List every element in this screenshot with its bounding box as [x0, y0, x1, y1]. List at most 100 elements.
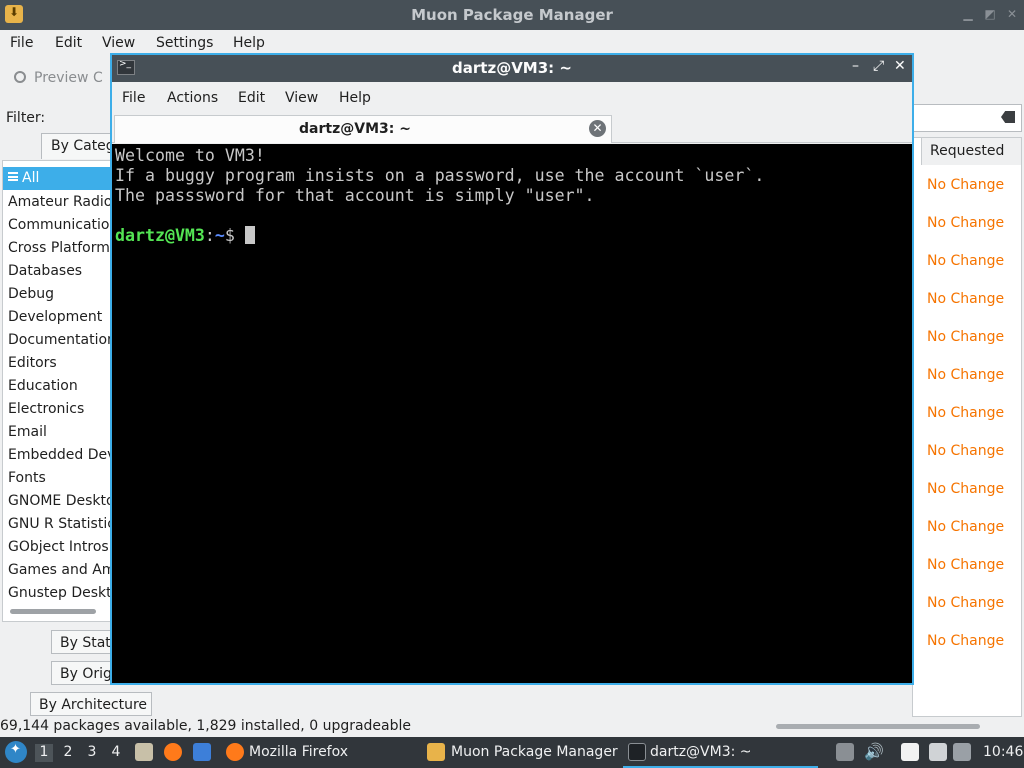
terminal-tab[interactable]: dartz@VM3: ~ ✕: [114, 115, 612, 143]
tab-by-architecture[interactable]: By Architecture: [30, 692, 152, 716]
desktop-icon[interactable]: [193, 743, 211, 761]
requested-cell: No Change: [927, 367, 1005, 383]
restore-icon[interactable]: ◩: [982, 7, 998, 23]
terminal-menu-help[interactable]: Help: [339, 90, 371, 106]
requested-column-header[interactable]: Requested: [921, 138, 1021, 165]
workspace-2[interactable]: 2: [59, 744, 77, 762]
category-item[interactable]: Education: [3, 375, 111, 398]
requested-cell: No Change: [927, 215, 1005, 231]
requested-cell: No Change: [927, 481, 1005, 497]
muon-titlebar[interactable]: Muon Package Manager ▁ ◩ ✕: [0, 0, 1024, 30]
category-item[interactable]: Editors: [3, 352, 111, 375]
category-item[interactable]: GNOME Deskto: [3, 490, 111, 513]
prompt-separator: :: [204, 226, 215, 245]
terminal-titlebar[interactable]: dartz@VM3: ~ – ⤢ ✕: [112, 55, 912, 82]
close-icon[interactable]: ✕: [1004, 7, 1020, 23]
clear-icon[interactable]: [1001, 111, 1015, 123]
requested-cell: No Change: [927, 405, 1005, 421]
terminal-window: dartz@VM3: ~ – ⤢ ✕ File Actions Edit Vie…: [110, 53, 914, 685]
clipboard-icon[interactable]: [901, 743, 919, 761]
volume-icon[interactable]: 🔊: [864, 742, 884, 761]
category-item[interactable]: Amateur Radio: [3, 191, 111, 214]
tab-by-origin[interactable]: By Orig: [51, 661, 113, 685]
category-item[interactable]: GNU R Statistic: [3, 513, 111, 536]
requested-cell: No Change: [927, 329, 1005, 345]
clock[interactable]: 10:46: [983, 744, 1023, 760]
category-item[interactable]: Cross Platform: [3, 237, 111, 260]
terminal-menu-file[interactable]: File: [122, 90, 145, 106]
menu-edit[interactable]: Edit: [55, 35, 82, 51]
requested-cell: No Change: [927, 291, 1005, 307]
task-terminal[interactable]: dartz@VM3: ~: [623, 737, 818, 768]
category-scrollbar[interactable]: [10, 609, 96, 614]
workspace-1[interactable]: 1: [35, 744, 53, 762]
category-item[interactable]: Development: [3, 306, 111, 329]
category-item[interactable]: Fonts: [3, 467, 111, 490]
menu-view[interactable]: View: [102, 35, 135, 51]
updates-icon[interactable]: [836, 743, 854, 761]
category-item[interactable]: GObject Introsp: [3, 536, 111, 559]
minimize-icon[interactable]: ▁: [960, 7, 976, 23]
category-item[interactable]: Debug: [3, 283, 111, 306]
requested-cell: No Change: [927, 557, 1005, 573]
file-manager-icon[interactable]: [135, 743, 153, 761]
terminal-line: If a buggy program insists on a password…: [115, 166, 765, 185]
task-muon[interactable]: Muon Package Manager: [427, 737, 619, 768]
requested-cell: No Change: [927, 443, 1005, 459]
category-item[interactable]: Communication: [3, 214, 111, 237]
tab-by-category[interactable]: By Categ: [41, 133, 121, 159]
terminal-icon: [628, 743, 646, 761]
menu-help[interactable]: Help: [233, 35, 265, 51]
start-menu-icon[interactable]: [5, 741, 27, 763]
tab-close-icon[interactable]: ✕: [589, 120, 606, 137]
preview-label: Preview C: [34, 70, 103, 86]
firefox-icon: [226, 743, 244, 761]
muon-window-title: Muon Package Manager: [411, 6, 613, 24]
status-bar-text: 69,144 packages available, 1,829 install…: [0, 718, 412, 734]
menu-settings[interactable]: Settings: [156, 35, 213, 51]
terminal-tab-label: dartz@VM3: ~: [299, 121, 411, 137]
terminal-output[interactable]: Welcome to VM3! If a buggy program insis…: [112, 144, 912, 683]
filter-label: Filter:: [6, 110, 46, 126]
task-firefox[interactable]: Mozilla Firefox: [226, 737, 416, 768]
requested-cell: No Change: [927, 633, 1005, 649]
prompt-user: dartz@VM3: [115, 226, 205, 245]
table-horizontal-scrollbar[interactable]: [776, 724, 980, 729]
prompt-path: ~: [214, 226, 225, 245]
category-item[interactable]: Email: [3, 421, 111, 444]
terminal-menu-view[interactable]: View: [285, 90, 318, 106]
workspace-3[interactable]: 3: [83, 744, 101, 762]
workspace-4[interactable]: 4: [107, 744, 125, 762]
category-list[interactable]: All Amateur Radio Communication Cross Pl…: [2, 160, 112, 622]
prompt-symbol: $: [224, 226, 245, 245]
category-item[interactable]: Electronics: [3, 398, 111, 421]
terminal-tab-bar: dartz@VM3: ~ ✕: [112, 113, 912, 143]
requested-cell: No Change: [927, 595, 1005, 611]
minimize-icon[interactable]: –: [852, 58, 859, 74]
text-cursor: [244, 226, 255, 244]
display-icon[interactable]: [929, 743, 947, 761]
network-icon[interactable]: [953, 743, 971, 761]
category-item[interactable]: Gnustep Deskto: [3, 582, 111, 605]
firefox-launcher-icon[interactable]: [164, 743, 182, 761]
search-icon: [14, 71, 26, 83]
terminal-menu-actions[interactable]: Actions: [167, 90, 218, 106]
package-table[interactable]: Requested No Change No Change No Change …: [912, 137, 1022, 717]
terminal-line: The passsword for that account is simply…: [115, 186, 595, 205]
requested-cell: No Change: [927, 519, 1005, 535]
menu-file[interactable]: File: [10, 35, 33, 51]
preview-changes-button[interactable]: Preview C: [14, 70, 103, 86]
tab-by-status[interactable]: By Stat: [51, 630, 113, 654]
category-all[interactable]: All: [3, 167, 111, 190]
close-icon[interactable]: ✕: [894, 58, 906, 74]
search-input[interactable]: [912, 104, 1022, 132]
muon-icon: [427, 743, 445, 761]
requested-cell: No Change: [927, 177, 1005, 193]
terminal-menu-edit[interactable]: Edit: [238, 90, 265, 106]
maximize-icon[interactable]: ⤢: [873, 58, 884, 74]
category-item[interactable]: Databases: [3, 260, 111, 283]
category-item[interactable]: Games and Amu: [3, 559, 111, 582]
list-icon: [8, 172, 18, 181]
category-item[interactable]: Embedded Dev: [3, 444, 111, 467]
category-item[interactable]: Documentation: [3, 329, 111, 352]
